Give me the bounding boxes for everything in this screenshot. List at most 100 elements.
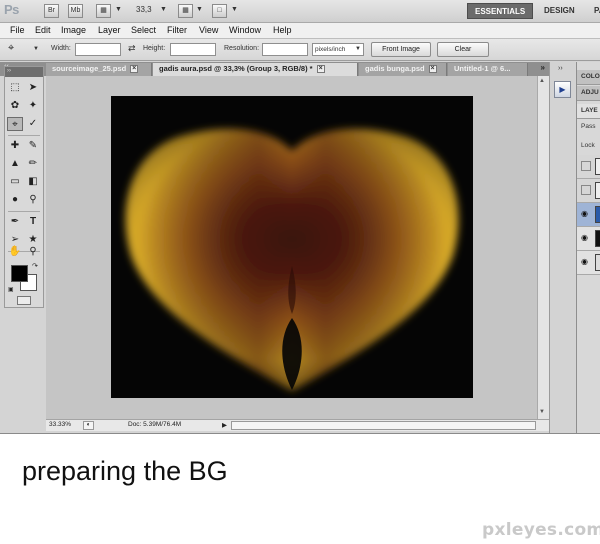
- workspace-painting[interactable]: PAI: [587, 3, 600, 19]
- photoshop-window: Ps Br Mb ▦ ▼ 33,3 ▼ ▦ ▼ □ ▼ ESSENTIALS D…: [0, 0, 600, 434]
- workspace-essentials[interactable]: ESSENTIALS: [467, 3, 534, 19]
- marquee-tool-icon[interactable]: ⬚: [7, 81, 23, 95]
- pen-tool-icon[interactable]: ✒: [7, 215, 23, 229]
- brush-tool-icon[interactable]: ✎: [25, 139, 41, 153]
- tutorial-caption: preparing the BG: [22, 456, 228, 486]
- history-panel-icon[interactable]: ▶: [554, 81, 571, 98]
- tool-divider: [8, 135, 40, 136]
- swap-colors-icon[interactable]: ↷: [32, 262, 38, 270]
- color-panel-tab[interactable]: COLO: [577, 70, 600, 85]
- resolution-units-select[interactable]: pixels/inch ▼: [312, 43, 364, 56]
- view-extras-icon[interactable]: ▦: [96, 4, 111, 18]
- resolution-label: Resolution:: [224, 45, 260, 52]
- expand-panel-icon[interactable]: ››: [558, 65, 563, 72]
- canvas-area[interactable]: [46, 76, 537, 419]
- eyedropper-tool-icon[interactable]: ✓: [25, 117, 41, 131]
- adjustments-panel-tab[interactable]: ADJU: [577, 86, 600, 101]
- more-tabs-icon[interactable]: »: [541, 63, 545, 72]
- panel-dock-icons: ›› ▶: [549, 62, 575, 433]
- dodge-tool-icon[interactable]: ⚲: [25, 193, 41, 207]
- eye-icon[interactable]: ◉: [581, 257, 588, 266]
- status-menu-arrow-icon[interactable]: ▶: [222, 421, 227, 429]
- menu-file[interactable]: File: [10, 25, 25, 35]
- chevron-down-icon[interactable]: ▼: [33, 46, 39, 52]
- menu-help[interactable]: Help: [273, 25, 292, 35]
- crop-tool-icon[interactable]: ⌖: [7, 117, 23, 131]
- status-zoom[interactable]: 33.33%: [49, 421, 71, 428]
- eraser-tool-icon[interactable]: ▭: [7, 175, 23, 189]
- quick-mask-icon[interactable]: [17, 296, 31, 305]
- chevron-down-icon[interactable]: ▼: [231, 6, 238, 13]
- workspace-design[interactable]: DESIGN: [537, 3, 582, 19]
- layer-row[interactable]: [577, 179, 600, 203]
- blend-mode-select[interactable]: Pass: [581, 123, 595, 130]
- history-brush-tool-icon[interactable]: ✏: [25, 157, 41, 171]
- eye-icon[interactable]: ◉: [581, 233, 588, 242]
- mini-bridge-button[interactable]: Mb: [68, 4, 83, 18]
- layer-row-selected[interactable]: ◉: [577, 203, 600, 227]
- chevron-down-icon: ▼: [355, 46, 361, 52]
- clear-button[interactable]: Clear: [437, 42, 489, 57]
- height-input[interactable]: [170, 43, 216, 56]
- swap-dimensions-icon[interactable]: ⇄: [128, 43, 136, 54]
- close-icon[interactable]: ×: [428, 65, 437, 73]
- menu-window[interactable]: Window: [229, 25, 261, 35]
- tools-panel: ›› ⬚ ➤ ✿ ✦ ⌖ ✓ ✚ ✎ ▲ ✏ ▭ ◧ ● ⚲ ✒ T ➢ ★ ✋…: [4, 66, 44, 308]
- menu-edit[interactable]: Edit: [35, 25, 51, 35]
- gradient-tool-icon[interactable]: ◧: [25, 175, 41, 189]
- front-image-button[interactable]: Front Image: [371, 42, 431, 57]
- layers-panel-tab[interactable]: LAYE: [577, 104, 600, 119]
- blur-tool-icon[interactable]: ●: [7, 193, 23, 207]
- close-icon[interactable]: ×: [130, 65, 139, 73]
- panels-column: COLO ADJU LAYE Pass Lock ◉ ◉ ◉: [576, 62, 600, 433]
- arrange-documents-icon[interactable]: ▦: [178, 4, 193, 18]
- foreground-color-swatch[interactable]: [11, 265, 28, 282]
- scroll-up-icon[interactable]: ▲: [539, 78, 545, 84]
- chevron-down-icon[interactable]: ▼: [115, 6, 122, 13]
- tab-sourceimage[interactable]: sourceimage_25.psd ×: [46, 63, 152, 76]
- tab-gadis-bunga[interactable]: gadis bunga.psd ×: [359, 63, 447, 76]
- proof-icon[interactable]: ◐: [83, 421, 94, 430]
- healing-brush-tool-icon[interactable]: ✚: [7, 139, 23, 153]
- photoshop-logo: Ps: [4, 2, 19, 17]
- height-label: Height:: [143, 45, 166, 52]
- width-input[interactable]: [75, 43, 121, 56]
- menu-filter[interactable]: Filter: [167, 25, 187, 35]
- layer-visibility-box[interactable]: [581, 161, 591, 171]
- tools-panel-header[interactable]: ››: [5, 67, 43, 77]
- layer-row[interactable]: ◉: [577, 251, 600, 275]
- menu-select[interactable]: Select: [131, 25, 156, 35]
- crop-tool-preset-icon[interactable]: ⌖: [8, 42, 14, 55]
- hand-tool-icon[interactable]: ✋: [7, 245, 23, 259]
- layer-row[interactable]: [577, 155, 600, 179]
- screen-mode-icon[interactable]: □: [212, 4, 227, 18]
- magic-wand-tool-icon[interactable]: ✦: [25, 99, 41, 113]
- menu-image[interactable]: Image: [61, 25, 86, 35]
- clone-stamp-tool-icon[interactable]: ▲: [7, 157, 23, 171]
- chevron-down-icon[interactable]: ▼: [160, 6, 167, 13]
- collapse-panel-icon[interactable]: ››: [7, 68, 11, 74]
- tab-untitled[interactable]: Untitled-1 @ 6...: [448, 63, 528, 76]
- default-colors-icon[interactable]: ▣: [8, 286, 14, 293]
- layer-row[interactable]: ◉: [577, 227, 600, 251]
- tab-gadis-aura[interactable]: gadis aura.psd @ 33,3% (Group 3, RGB/8) …: [153, 63, 358, 76]
- layer-visibility-box[interactable]: [581, 185, 591, 195]
- chevron-down-icon[interactable]: ▼: [196, 6, 203, 13]
- move-tool-icon[interactable]: ➤: [25, 81, 41, 95]
- resolution-input[interactable]: [262, 43, 308, 56]
- type-tool-icon[interactable]: T: [25, 215, 41, 229]
- units-value: pixels/inch: [315, 46, 346, 53]
- eye-icon[interactable]: ◉: [581, 209, 588, 218]
- menu-view[interactable]: View: [199, 25, 218, 35]
- close-icon[interactable]: ×: [316, 65, 325, 73]
- zoom-level[interactable]: 33,3: [136, 5, 152, 14]
- menu-layer[interactable]: Layer: [98, 25, 121, 35]
- document-canvas[interactable]: [111, 96, 473, 398]
- heart-artwork: [125, 128, 459, 392]
- bridge-launch-button[interactable]: Br: [44, 4, 59, 18]
- scroll-down-icon[interactable]: ▼: [539, 409, 545, 415]
- horizontal-scrollbar[interactable]: [231, 421, 536, 430]
- lasso-tool-icon[interactable]: ✿: [7, 99, 23, 113]
- vertical-scrollbar[interactable]: ▲ ▼: [537, 76, 549, 419]
- zoom-tool-icon[interactable]: ⚲: [25, 245, 41, 259]
